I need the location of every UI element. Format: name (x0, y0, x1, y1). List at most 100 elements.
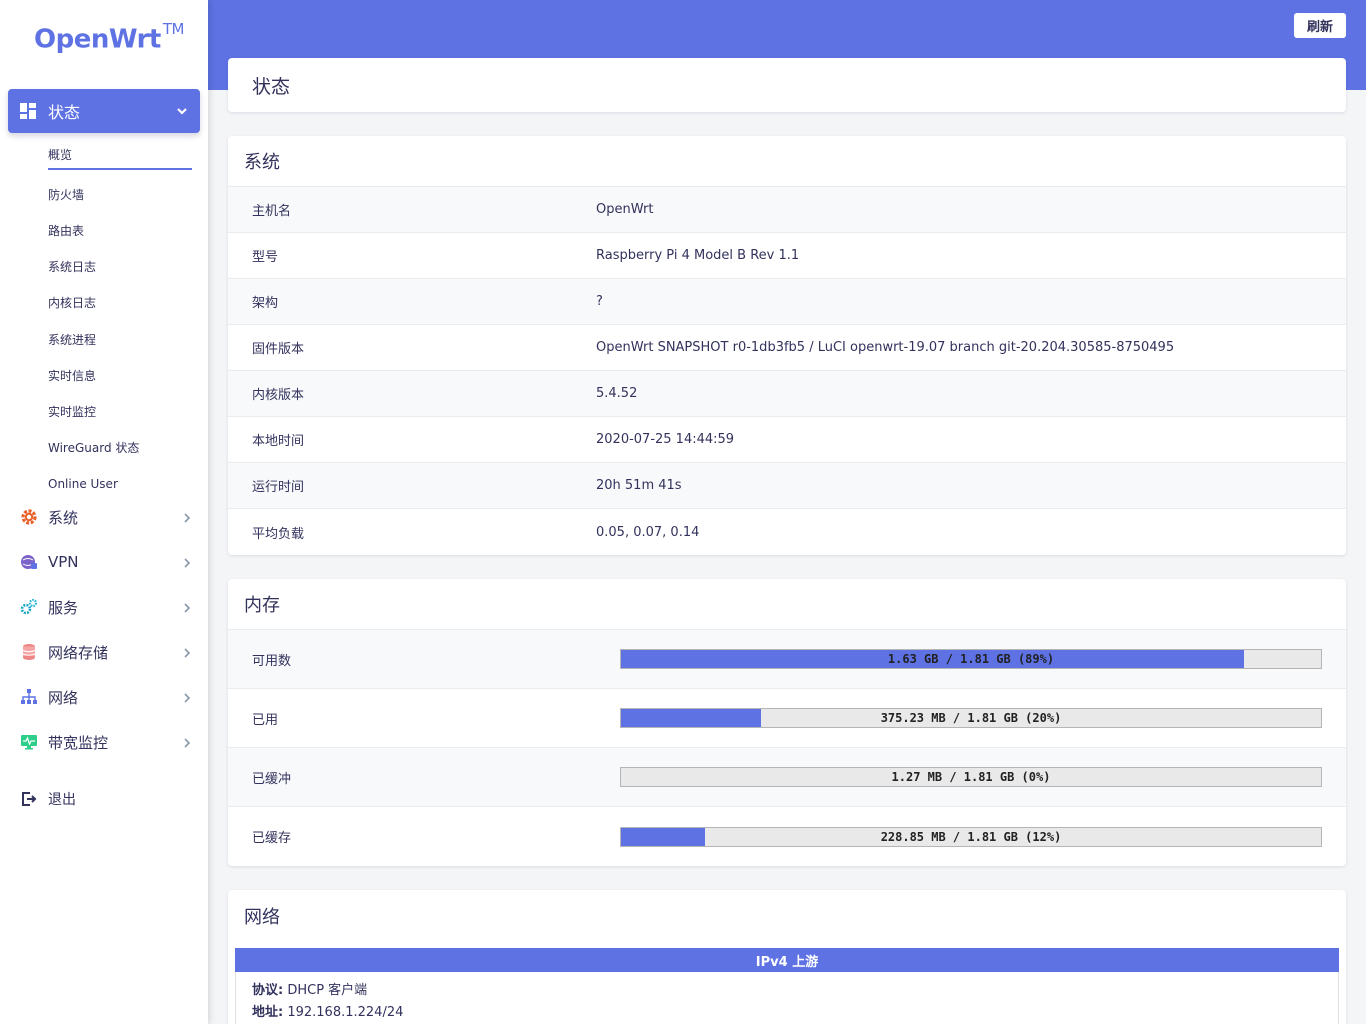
system-card: 系统 主机名 OpenWrt 型号 Raspberry Pi 4 Model B R… (228, 136, 1346, 555)
sidebar-item-label: 网络 (48, 688, 79, 707)
submenu-item-firewall[interactable]: 防火墙 (48, 176, 192, 212)
table-row: 本地时间 2020-07-25 14:44:59 (228, 417, 1346, 463)
network-icon (20, 688, 38, 706)
memory-card: 内存 可用数 1.63 GB / 1.81 GB (89%) 已用 375.23… (228, 579, 1346, 866)
table-row: 已用 375.23 MB / 1.81 GB (20%) (228, 689, 1346, 748)
chevron-right-icon (182, 690, 192, 708)
dashboard-icon (20, 103, 36, 119)
openwrt-logo[interactable]: OpenWrt TM (34, 20, 184, 55)
row-label: 运行时间 (252, 480, 305, 495)
table-row: 架构? (228, 279, 1346, 325)
progress-text: 228.85 MB / 1.81 GB (12%) (880, 829, 1062, 844)
row-value: ? (596, 294, 603, 309)
sidebar-item-label: 退出 (48, 792, 76, 808)
sidebar-item-label: 系统 (48, 508, 79, 527)
sidebar-item-nas[interactable]: 网络存储 (20, 637, 192, 667)
row-value: 5.4.52 (596, 386, 638, 401)
refresh-button[interactable]: 刷新 (1294, 13, 1346, 38)
sidebar-item-bandwidth[interactable]: 带宽监控 (20, 727, 192, 757)
memory-table: 可用数 1.63 GB / 1.81 GB (89%) 已用 375.23 MB… (228, 630, 1346, 866)
sidebar-item-status-label: 状态 (48, 103, 81, 122)
address-value: 192.168.1.224/24 (287, 1005, 404, 1020)
logout-icon (20, 790, 38, 808)
chevron-right-icon (182, 735, 192, 753)
table-row: 内核版本 5.4.52 (228, 371, 1346, 417)
submenu-item-syslog[interactable]: 系统日志 (48, 249, 192, 285)
memory-progress-bar: 1.63 GB / 1.81 GB (89%) (620, 649, 1322, 669)
monitor-icon (20, 733, 38, 751)
system-title: 系统 (228, 136, 1346, 187)
network-card: 网络 IPv4 上游 协议: DHCP 客户端 地址: 192.168.1.22… (228, 890, 1346, 1024)
row-value: OpenWrt (596, 202, 654, 217)
page-title-card: 状态 (228, 58, 1346, 112)
database-icon (20, 643, 38, 661)
protocol-value: DHCP 客户端 (287, 983, 368, 998)
submenu-item-kernel-log[interactable]: 内核日志 (48, 285, 192, 321)
sidebar-item-network[interactable]: 网络 (20, 682, 192, 712)
row-value: Raspberry Pi 4 Model B Rev 1.1 (596, 248, 800, 263)
address-line: 地址: 192.168.1.224/24 (252, 1002, 1322, 1024)
network-title: 网络 (244, 906, 280, 928)
progress-text: 375.23 MB / 1.81 GB (20%) (880, 711, 1062, 725)
progress-text: 1.63 GB / 1.81 GB (89%) (887, 652, 1055, 666)
chevron-right-icon (182, 510, 192, 528)
table-row: 已缓冲 1.27 MB / 1.81 GB (0%) (228, 748, 1346, 807)
row-label: 固件版本 (252, 342, 305, 357)
sidebar-item-services[interactable]: 服务 (20, 592, 192, 622)
sidebar-item-vpn[interactable]: VPN (20, 547, 192, 577)
memory-progress-bar: 228.85 MB / 1.81 GB (12%) (620, 826, 1322, 847)
table-row: 可用数 1.63 GB / 1.81 GB (89%) (228, 630, 1346, 689)
memory-progress-bar: 1.27 MB / 1.81 GB (0%) (620, 767, 1322, 787)
logo-trademark: TM (162, 20, 185, 38)
sidebar-item-label: 带宽监控 (48, 733, 109, 752)
sidebar-item-label: 网络存储 (48, 643, 109, 662)
progress-text: 1.27 MB / 1.81 GB (0%) (891, 770, 1051, 784)
submenu-item-routes[interactable]: 路由表 (48, 212, 192, 248)
row-label: 主机名 (252, 204, 292, 219)
table-row: 已缓存 228.85 MB / 1.81 GB (12%) (228, 807, 1346, 866)
ipv4-upstream-header: IPv4 上游 (235, 948, 1339, 972)
chevron-right-icon (182, 555, 192, 573)
submenu-item-online-user[interactable]: Online User (48, 466, 192, 502)
table-row: 型号 Raspberry Pi 4 Model B Rev 1.1 (228, 233, 1346, 279)
row-label: 已缓冲 (252, 771, 292, 787)
sidebar: OpenWrt TM 状态 概览 防火墙 路由表 系统日志 内核日志 系统进程 实… (0, 0, 208, 1024)
row-value: 0.05, 0.07, 0.14 (596, 524, 700, 540)
submenu-item-processes[interactable]: 系统进程 (48, 321, 192, 357)
chevron-right-icon (182, 645, 192, 663)
row-label: 本地时间 (252, 434, 305, 449)
row-value: 20h 51m 41s (596, 478, 682, 493)
table-row: 平均负载 0.05, 0.07, 0.14 (228, 509, 1346, 555)
table-row: 运行时间 20h 51m 41s (228, 463, 1346, 509)
gear-icon (20, 508, 38, 526)
page-title: 状态 (252, 76, 291, 98)
address-label: 地址: (252, 1005, 284, 1020)
submenu-item-realtime-info[interactable]: 实时信息 (48, 357, 192, 393)
system-table: 主机名 OpenWrt 型号 Raspberry Pi 4 Model B Rev … (228, 187, 1346, 555)
chevron-right-icon (182, 600, 192, 618)
row-label: 内核版本 (252, 388, 305, 403)
logo-text: OpenWrt (34, 24, 161, 55)
table-row: 固件版本 OpenWrt SNAPSHOT r0-1db3fb5 / LuCI o… (228, 325, 1346, 371)
row-label: 平均负载 (252, 526, 305, 542)
submenu-item-overview[interactable]: 概览 (48, 140, 192, 170)
memory-title: 内存 (228, 579, 1346, 630)
ipv4-upstream-details: 协议: DHCP 客户端 地址: 192.168.1.224/24 (235, 972, 1339, 1024)
row-label: 已用 (252, 712, 279, 728)
submenu-item-wireguard[interactable]: WireGuard 状态 (48, 430, 192, 466)
submenu-item-realtime-monitor[interactable]: 实时监控 (48, 393, 192, 429)
row-value: 2020-07-25 14:44:59 (596, 432, 735, 447)
row-label: 型号 (252, 250, 279, 265)
chevron-down-icon (176, 102, 188, 121)
sidebar-item-logout[interactable]: 退出 (20, 784, 192, 814)
table-row: 主机名 OpenWrt (228, 187, 1346, 233)
memory-progress-bar: 375.23 MB / 1.81 GB (20%) (620, 708, 1322, 728)
sidebar-item-system[interactable]: 系统 (20, 502, 192, 532)
protocol-label: 协议: (252, 983, 284, 998)
sidebar-item-status[interactable]: 状态 (8, 89, 200, 133)
row-label: 已缓存 (252, 831, 292, 846)
sidebar-item-label: 服务 (48, 598, 79, 617)
globe-lock-icon (20, 553, 38, 571)
row-label: 架构 (252, 296, 279, 311)
row-label: 可用数 (252, 653, 292, 669)
